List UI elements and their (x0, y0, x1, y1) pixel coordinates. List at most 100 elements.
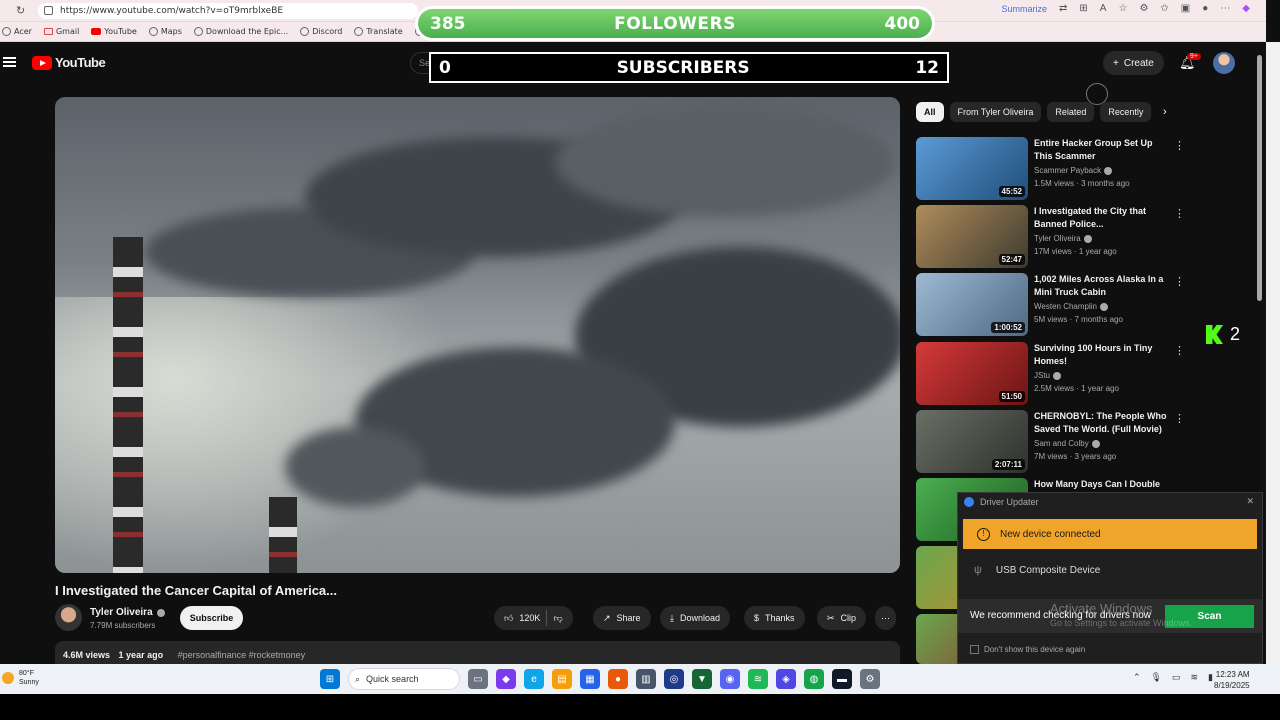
bookmark-gmail[interactable]: Gmail (43, 27, 79, 36)
microphone-icon[interactable]: 🎙︎ (1151, 672, 1162, 683)
video-thumbnail[interactable]: 45:52 (916, 137, 1028, 200)
collections-icon[interactable]: ▣ (1181, 3, 1190, 14)
steam-icon[interactable]: ◎ (664, 669, 684, 689)
rec-title[interactable]: CHERNOBYL: The People Who Saved The Worl… (1034, 410, 1172, 436)
bookmark-epic[interactable]: Download the Epic... (193, 27, 288, 36)
rec-channel[interactable]: Westen Champlin (1034, 302, 1108, 311)
spotify-icon[interactable]: ≋ (748, 669, 768, 689)
refresh-icon[interactable]: ↻ (16, 4, 25, 17)
like-button[interactable]: 👍︎ 120K (504, 613, 540, 624)
chevron-up-icon[interactable]: ⌃ (1133, 672, 1141, 683)
chip-all[interactable]: All (916, 102, 944, 122)
recommended-video[interactable]: 1:00:52 1,002 Miles Across Alaska In a M… (916, 273, 1185, 337)
menu-icon[interactable] (3, 57, 16, 67)
video-thumbnail[interactable]: 52:47 (916, 205, 1028, 268)
channel-name[interactable]: Tyler Oliveira (90, 607, 165, 618)
recommended-video[interactable]: 45:52 Entire Hacker Group Set Up This Sc… (916, 137, 1185, 201)
account-avatar[interactable] (1213, 52, 1235, 74)
task-view-icon[interactable]: ▭ (468, 669, 488, 689)
chip-related[interactable]: Related (1047, 102, 1095, 122)
followers-goal-bar: 385 FOLLOWERS 400 (415, 6, 935, 41)
rec-title[interactable]: I Investigated the City that Banned Poli… (1034, 205, 1172, 231)
apps-icon[interactable]: ⊞ (1079, 3, 1087, 14)
windows-start-icon[interactable]: ⊞ (320, 669, 340, 689)
edge-icon[interactable]: e (524, 669, 544, 689)
clip-button[interactable]: ✂ Clip (817, 606, 867, 630)
video-thumbnail[interactable]: 51:50 (916, 342, 1028, 405)
summarize-button[interactable]: Summarize (1002, 4, 1048, 14)
youtube-logo[interactable]: YouTube (32, 55, 106, 70)
rec-channel[interactable]: Sam and Colby (1034, 439, 1100, 448)
page-scrollbar-track[interactable] (1266, 42, 1280, 670)
favorite-star-icon[interactable]: ☆ (1118, 3, 1127, 14)
download-button[interactable]: ⤓ Download (660, 606, 731, 630)
display-icon[interactable]: ▭ (1172, 672, 1181, 683)
wifi-icon[interactable]: ≋ (1191, 672, 1199, 683)
copilot-icon[interactable]: ◆ (496, 669, 516, 689)
rec-title[interactable]: 1,002 Miles Across Alaska In a Mini Truc… (1034, 273, 1172, 299)
rec-channel[interactable]: Tyler Oliveira (1034, 234, 1092, 243)
video-thumbnail[interactable]: 2:07:11 (916, 410, 1028, 473)
more-actions-button[interactable]: ⋯ (875, 606, 896, 630)
kick-counter: 2 (1206, 324, 1240, 345)
share-button[interactable]: ↗ Share (593, 606, 651, 630)
battery-icon[interactable]: ▮ (1208, 672, 1213, 683)
weather-widget[interactable]: 80°F Sunny (2, 669, 39, 687)
hashtags[interactable]: #personalfinance #rocketmoney (178, 650, 306, 660)
more-vertical-icon[interactable]: ⋮ (1174, 207, 1185, 220)
store-icon[interactable]: ▦ (580, 669, 600, 689)
recommended-video[interactable]: 2:07:11 CHERNOBYL: The People Who Saved … (916, 410, 1185, 474)
video-thumbnail[interactable]: 1:00:52 (916, 273, 1028, 336)
more-vertical-icon[interactable]: ⋮ (1174, 344, 1185, 357)
more-icon[interactable]: ⋯ (1220, 3, 1230, 14)
recommended-video[interactable]: 51:50 Surviving 100 Hours in Tiny Homes!… (916, 342, 1185, 406)
dont-show-option[interactable]: Don't show this device again (970, 645, 1085, 654)
bookmark-discord[interactable]: Discord (300, 27, 342, 36)
close-icon[interactable]: ✕ (1246, 496, 1254, 507)
rec-title[interactable]: Surviving 100 Hours in Tiny Homes! (1034, 342, 1172, 368)
rec-title[interactable]: Entire Hacker Group Set Up This Scammer (1034, 137, 1172, 163)
app-icon[interactable]: ▼ (692, 669, 712, 689)
more-vertical-icon[interactable]: ⋮ (1174, 275, 1185, 288)
sidebar-scrollbar-thumb[interactable] (1257, 55, 1262, 301)
more-vertical-icon[interactable]: ⋮ (1174, 412, 1185, 425)
followers-label: FOLLOWERS (614, 13, 736, 34)
more-vertical-icon[interactable]: ⋮ (1174, 139, 1185, 152)
chip-recently[interactable]: Recently (1100, 102, 1152, 122)
thanks-button[interactable]: $ Thanks (744, 606, 805, 630)
terminal-icon[interactable]: ▬ (832, 669, 852, 689)
create-button[interactable]: + Create (1103, 51, 1164, 75)
copilot-icon[interactable]: ◆ (1242, 3, 1250, 14)
favorites-icon[interactable]: ✩ (1160, 3, 1168, 14)
subscribe-button[interactable]: Subscribe (180, 606, 243, 630)
chrome-icon[interactable]: ◍ (804, 669, 824, 689)
discord-icon[interactable]: ◉ (720, 669, 740, 689)
file-explorer-icon[interactable]: ▤ (552, 669, 572, 689)
settings-icon[interactable]: ⚙ (860, 669, 880, 689)
rec-title[interactable]: How Many Days Can I Double (1034, 478, 1172, 491)
app-icon[interactable]: ▥ (636, 669, 656, 689)
app-icon[interactable]: ◈ (776, 669, 796, 689)
channel-avatar[interactable] (55, 604, 82, 631)
bookmark-youtube[interactable]: YouTube (91, 27, 137, 36)
clock[interactable]: 12:23 AM 8/19/2025 (1214, 669, 1250, 691)
firefox-icon[interactable]: ● (608, 669, 628, 689)
site-info-icon[interactable] (44, 6, 53, 15)
video-player[interactable] (55, 97, 900, 573)
chip-from-channel[interactable]: From Tyler Oliveira (949, 102, 1042, 122)
extensions-icon[interactable]: ⚙ (1139, 3, 1148, 14)
rec-channel[interactable]: Scammer Payback (1034, 166, 1113, 175)
read-aloud-icon[interactable]: A (1100, 3, 1107, 14)
chevron-right-icon[interactable]: › (1163, 106, 1167, 118)
rec-channel[interactable]: JStu (1034, 371, 1062, 380)
dislike-button[interactable]: 👎︎ (553, 613, 562, 624)
bookmark-acer[interactable]: Acer (2, 27, 32, 36)
bookmark-translate[interactable]: Translate (354, 27, 403, 36)
recommended-video[interactable]: 52:47 I Investigated the City that Banne… (916, 205, 1185, 269)
quick-search-box[interactable]: ⌕ Quick search (348, 668, 460, 690)
address-bar[interactable]: https://www.youtube.com/watch?v=oT9mrblx… (38, 3, 418, 19)
bookmark-maps[interactable]: Maps (148, 27, 182, 36)
profile-icon[interactable]: ● (1202, 3, 1208, 14)
checkbox[interactable] (970, 645, 979, 654)
translate-icon[interactable]: ⇄ (1059, 3, 1067, 14)
